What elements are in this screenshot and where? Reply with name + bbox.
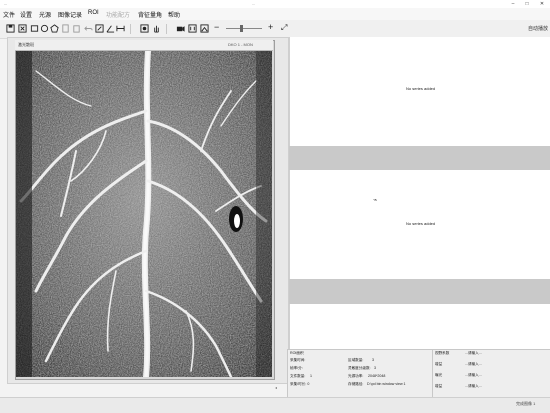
maximize-button[interactable]: □ bbox=[520, 0, 534, 8]
circle-roi-icon[interactable] bbox=[40, 24, 49, 33]
series-panel bbox=[289, 37, 550, 397]
info-sensitivity-value: 3 bbox=[374, 366, 376, 370]
setting-exposure-label: 曝光 bbox=[435, 373, 443, 377]
info-frame-rate: 帧率/分: bbox=[290, 366, 303, 370]
series-2-placeholder: No series added bbox=[406, 221, 436, 226]
info-region-count-value: 3 bbox=[372, 358, 374, 362]
info-light-power: 光源功率: bbox=[348, 374, 364, 378]
info-file-count-value: 1 bbox=[310, 374, 312, 378]
angle-icon[interactable] bbox=[106, 24, 115, 33]
info-capture-time: 采集时间: bbox=[290, 358, 306, 362]
menu-function[interactable]: 功能配方 bbox=[106, 10, 130, 19]
menu-bar: 文件 设置 光源 图像记录 ROI 功能配方 背征量角 帮助 bbox=[0, 8, 550, 20]
toolbar-separator bbox=[166, 24, 167, 34]
viewer-readout: DKO 1 - MON bbox=[228, 42, 253, 47]
info-storage-path: 存储路径: bbox=[348, 382, 364, 386]
settings-icon[interactable] bbox=[140, 24, 149, 33]
export-icon[interactable] bbox=[18, 24, 27, 33]
zoom-slider-thumb[interactable] bbox=[240, 25, 243, 32]
menu-light[interactable]: 光源 bbox=[39, 10, 51, 19]
info-region-count: 区域数量: bbox=[348, 358, 364, 362]
zoom-in-icon[interactable]: + bbox=[268, 23, 277, 32]
info-sensitivity: 灵敏度分级数: bbox=[348, 366, 371, 370]
app-title: ... bbox=[4, 1, 8, 6]
info-roi-area: ROI面积 bbox=[290, 351, 304, 355]
menu-roi[interactable]: ROI bbox=[88, 10, 99, 16]
info-capture-duration: 采集/时长: 0 bbox=[290, 382, 310, 386]
menu-record[interactable]: 图像记录 bbox=[58, 10, 82, 19]
info-file-count: 文件数量: bbox=[290, 374, 306, 378]
camera-settings-panel bbox=[432, 349, 550, 399]
setting-field-label: 视野系数 bbox=[435, 351, 450, 355]
polygon-roi-icon[interactable] bbox=[50, 24, 59, 33]
rectangle-roi-icon[interactable] bbox=[30, 24, 39, 33]
vessel-image[interactable] bbox=[16, 51, 272, 377]
status-bar bbox=[0, 397, 550, 413]
setting-gain-input[interactable]: ...请输入... bbox=[465, 362, 482, 367]
undo-icon[interactable] bbox=[84, 24, 93, 33]
series-2-band bbox=[289, 279, 550, 304]
record-icon[interactable] bbox=[188, 24, 197, 33]
document-title: ... bbox=[252, 1, 256, 6]
series-1-placeholder: No series added bbox=[406, 86, 436, 91]
info-storage-path-value: D:\pd bin window view 1 bbox=[367, 382, 406, 386]
image-icon[interactable] bbox=[200, 24, 209, 33]
edit-icon[interactable] bbox=[95, 24, 104, 33]
status-text: 完成图像 1 bbox=[516, 401, 536, 406]
autoplay-button[interactable]: 自动播放 bbox=[528, 25, 548, 32]
setting-gain-label: 增益 bbox=[435, 362, 443, 366]
menu-help[interactable]: 帮助 bbox=[168, 10, 180, 19]
menu-angle[interactable]: 背征量角 bbox=[138, 10, 162, 19]
title-bar: ... ... – □ ✕ bbox=[0, 0, 550, 8]
paste-icon[interactable] bbox=[72, 24, 81, 33]
snapshot-icon[interactable] bbox=[176, 24, 185, 33]
menu-file[interactable]: 文件 bbox=[3, 10, 15, 19]
measure-icon[interactable] bbox=[116, 24, 125, 33]
fit-icon[interactable]: ⤢ bbox=[281, 23, 290, 32]
menu-settings[interactable]: 设置 bbox=[20, 10, 32, 19]
save-icon[interactable] bbox=[6, 24, 15, 33]
setting-field-input[interactable]: ...请输入... bbox=[465, 351, 482, 356]
pan-icon[interactable] bbox=[152, 24, 161, 33]
viewer-label: 激光散斑 bbox=[18, 42, 34, 47]
setting-gain2-input[interactable]: ...请输入... bbox=[465, 384, 482, 389]
minimize-button[interactable]: – bbox=[506, 0, 520, 8]
toolbar-separator bbox=[130, 24, 131, 34]
series-1-band bbox=[289, 146, 550, 170]
vessel-image-graphic bbox=[16, 51, 272, 377]
setting-exposure-input[interactable]: ...请输入... bbox=[465, 373, 482, 378]
close-button[interactable]: ✕ bbox=[535, 0, 549, 8]
info-light-power-value: 2048*2048 bbox=[368, 374, 386, 378]
copy-icon[interactable] bbox=[61, 24, 70, 33]
zoom-slider-track[interactable] bbox=[226, 28, 262, 29]
setting-gain2-label: 增益 bbox=[435, 384, 443, 388]
resize-handle-icon[interactable]: ◂ bbox=[275, 385, 277, 390]
mouse-cursor-icon: ⌁ bbox=[373, 197, 378, 204]
zoom-out-icon[interactable]: − bbox=[214, 23, 223, 32]
